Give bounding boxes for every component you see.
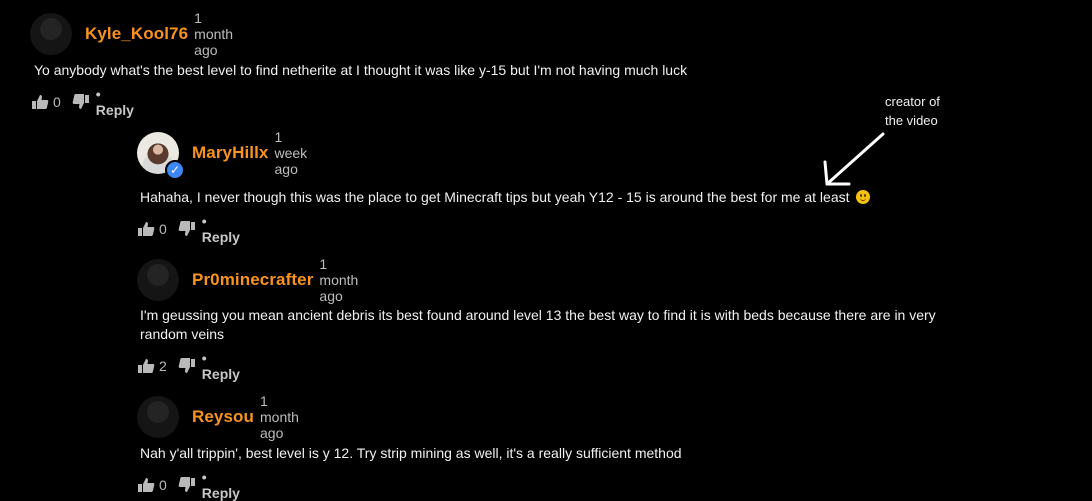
thumbs-up-icon[interactable] bbox=[137, 220, 155, 238]
reply-button[interactable]: • Reply bbox=[202, 469, 240, 501]
thumbs-down-icon[interactable] bbox=[72, 93, 90, 111]
comment-actions: 0 • Reply bbox=[137, 469, 240, 501]
comment-actions: 0 • Reply bbox=[137, 213, 240, 245]
comment-author[interactable]: Reysou bbox=[192, 407, 254, 427]
avatar[interactable] bbox=[137, 396, 179, 438]
comment-author[interactable]: Kyle_Kool76 bbox=[85, 24, 188, 44]
reply-button[interactable]: • Reply bbox=[202, 213, 240, 245]
thumbs-down-icon[interactable] bbox=[178, 357, 196, 375]
annotation-line-1: creator of bbox=[885, 94, 940, 109]
comment-time: 1 week ago bbox=[274, 129, 308, 177]
comment-header: Pr0minecrafter 1 month ago bbox=[137, 256, 358, 304]
avatar[interactable] bbox=[137, 259, 179, 301]
like-count: 0 bbox=[53, 94, 61, 110]
comment-text: Nah y'all trippin', best level is y 12. … bbox=[140, 445, 682, 461]
avatar[interactable] bbox=[30, 13, 72, 55]
thumbs-up-icon[interactable] bbox=[31, 93, 49, 111]
smiling-face-icon bbox=[855, 190, 870, 204]
comment-actions: 0 • Reply bbox=[31, 86, 134, 118]
comment-header: ✓ MaryHillx 1 week ago bbox=[137, 129, 308, 180]
creator-annotation: creator of the video bbox=[885, 92, 975, 130]
annotation-line-2: the video bbox=[885, 113, 938, 128]
comment-time: 1 month ago bbox=[260, 393, 299, 441]
annotation-arrow-icon bbox=[823, 132, 885, 186]
comment-time: 1 month ago bbox=[319, 256, 359, 304]
thumbs-up-icon[interactable] bbox=[137, 476, 155, 494]
comment-header: Kyle_Kool76 1 month ago bbox=[30, 10, 233, 58]
reply-button[interactable]: • Reply bbox=[202, 350, 240, 382]
comment-time: 1 month ago bbox=[194, 10, 234, 58]
like-count: 0 bbox=[159, 221, 167, 237]
comment-author[interactable]: Pr0minecrafter bbox=[192, 270, 313, 290]
comment-text: I'm geussing you mean ancient debris its… bbox=[140, 307, 936, 342]
avatar[interactable]: ✓ bbox=[137, 132, 185, 180]
thumbs-up-icon[interactable] bbox=[137, 357, 155, 375]
comment-text: Hahaha, I never though this was the plac… bbox=[140, 189, 850, 205]
comment-author[interactable]: MaryHillx bbox=[192, 143, 269, 163]
thumbs-down-icon[interactable] bbox=[178, 220, 196, 238]
comment-actions: 2 • Reply bbox=[137, 350, 240, 382]
comment-header: Reysou 1 month ago bbox=[137, 393, 299, 441]
comment-text-row: Hahaha, I never though this was the plac… bbox=[140, 188, 870, 207]
verified-check-icon: ✓ bbox=[165, 160, 185, 180]
like-count: 0 bbox=[159, 477, 167, 493]
reply-button[interactable]: • Reply bbox=[96, 86, 134, 118]
comment-text: Yo anybody what's the best level to find… bbox=[34, 62, 688, 78]
thumbs-down-icon[interactable] bbox=[178, 476, 196, 494]
like-count: 2 bbox=[159, 358, 167, 374]
